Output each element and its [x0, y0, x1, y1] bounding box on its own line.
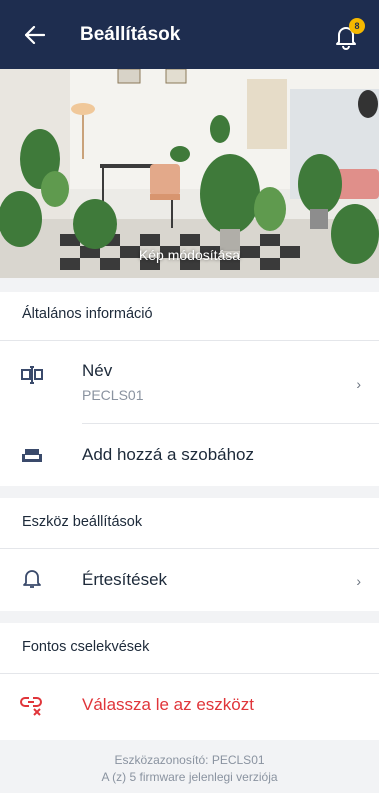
device-settings-heading: Eszköz beállítások	[0, 498, 379, 546]
device-photo[interactable]: Kép módosítása	[0, 69, 379, 278]
back-arrow-icon[interactable]	[22, 22, 48, 48]
bell-outline-icon	[20, 567, 44, 591]
add-to-room-label: Add hozzá a szobához	[82, 445, 255, 464]
unlink-device-label: Válassza le az eszközt	[82, 695, 254, 714]
general-info-heading: Általános információ	[0, 290, 379, 338]
notifications-row[interactable]: Értesítések ›	[0, 549, 379, 611]
important-actions-heading: Fontos cselekvések	[0, 623, 379, 671]
chevron-right-icon: ›	[356, 376, 361, 392]
device-rename-icon	[20, 363, 44, 387]
unlink-device-row[interactable]: Válassza le az eszközt	[0, 674, 379, 736]
notifications-label: Értesítések	[82, 570, 168, 589]
device-id-text: Eszközazonosító: PECLS01	[114, 753, 265, 767]
name-label: Név	[82, 361, 113, 380]
sofa-icon	[20, 443, 44, 467]
unlink-icon	[20, 693, 44, 717]
add-to-room-row[interactable]: Add hozzá a szobához	[0, 424, 379, 486]
notification-badge: 8	[349, 18, 365, 34]
top-bar: Beállítások 8	[0, 0, 379, 69]
name-value: PECLS01	[82, 387, 144, 403]
divider	[0, 278, 379, 292]
device-info-footer: Eszközazonosító: PECLS01 A (z) 5 firmwar…	[0, 740, 379, 793]
firmware-version-text: A (z) 5 firmware jelenlegi verziója	[101, 770, 278, 784]
name-row[interactable]: Név PECLS01 ›	[0, 341, 379, 423]
page-title: Beállítások	[80, 24, 181, 45]
chevron-right-icon: ›	[356, 573, 361, 589]
notification-bell-button[interactable]: 8	[331, 18, 365, 50]
change-image-label[interactable]: Kép módosítása	[0, 247, 379, 263]
